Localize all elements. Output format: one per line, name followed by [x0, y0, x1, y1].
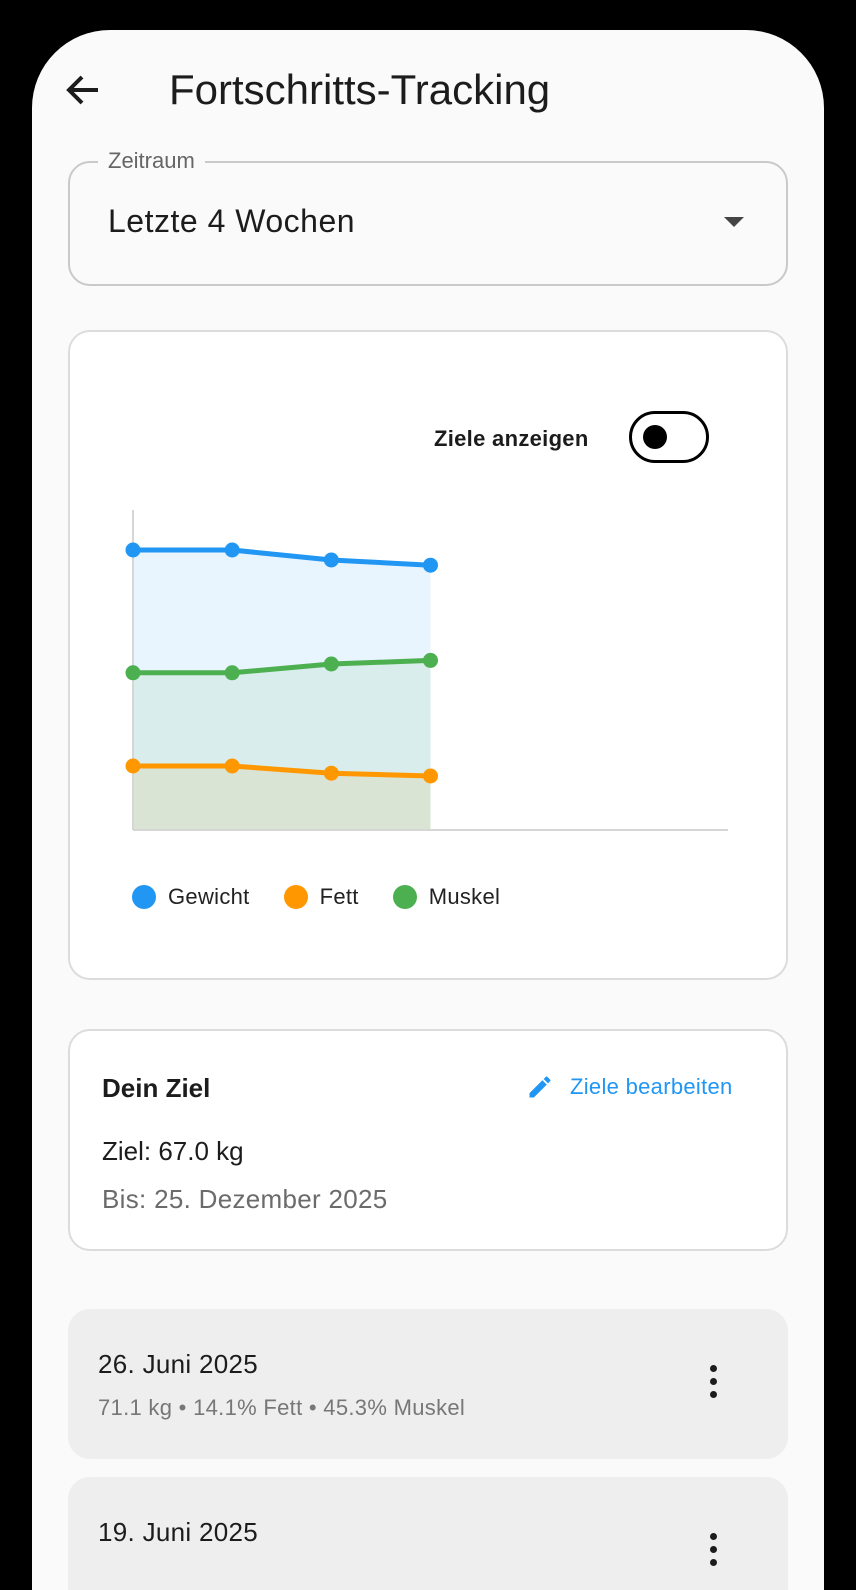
legend-label-muskel: Muskel [428, 884, 501, 909]
legend-label-fett: Fett [319, 884, 359, 909]
history-entry[interactable]: 19. Juni 2025 [68, 1477, 788, 1590]
page-title: Fortschritts-Tracking [169, 66, 551, 113]
data-point-muskel [224, 665, 240, 681]
area-muskel [133, 660, 431, 830]
goal-card: Dein Ziel Ziele bearbeiten Ziel: 67.0 kg… [68, 1029, 788, 1251]
entry-detail: 71.1 kg • 14.1% Fett • 45.3% Muskel [98, 1395, 466, 1420]
chart-legend: Gewicht Fett Muskel [132, 884, 534, 910]
legend-dot-fett [283, 885, 308, 909]
goal-deadline: Bis: 25. Dezember 2025 [102, 1184, 388, 1214]
more-vert-icon[interactable] [700, 1531, 726, 1571]
period-label: Zeitraum [98, 148, 205, 174]
app-bar: Fortschritts-Tracking [32, 30, 824, 148]
data-point-fett [125, 758, 141, 774]
data-point-gewicht [423, 557, 438, 573]
menu-dot [710, 1559, 717, 1566]
data-point-fett [323, 765, 339, 781]
back-button[interactable] [60, 66, 108, 114]
data-point-muskel [125, 665, 141, 681]
menu-dot [710, 1391, 717, 1398]
data-point-fett [224, 758, 240, 774]
legend-label-gewicht: Gewicht [168, 884, 250, 909]
entry-date: 19. Juni 2025 [98, 1517, 259, 1547]
arrow-left-icon [66, 75, 98, 105]
legend-dot-gewicht [132, 885, 156, 909]
menu-dot [710, 1533, 717, 1540]
history-entry[interactable]: 26. Juni 2025 71.1 kg • 14.1% Fett • 45.… [68, 1309, 788, 1459]
edit-goals-label: Ziele bearbeiten [570, 1074, 733, 1099]
dropdown-arrow-icon [724, 217, 744, 227]
menu-dot [710, 1546, 717, 1553]
data-point-fett [423, 768, 438, 784]
data-point-muskel [323, 656, 339, 672]
goal-title: Dein Ziel [102, 1073, 211, 1103]
chart-card: Ziele anzeigen Gewicht Fett Muskel [68, 330, 788, 980]
period-value: Letzte 4 Wochen [108, 203, 356, 239]
data-point-muskel [423, 652, 438, 668]
pencil-icon [529, 1076, 551, 1098]
more-vert-icon[interactable] [700, 1363, 726, 1403]
legend-dot-muskel [392, 885, 417, 909]
legend-item-gewicht: Gewicht [132, 884, 250, 910]
progress-chart [125, 510, 728, 831]
menu-dot [710, 1378, 717, 1385]
data-point-gewicht [323, 552, 339, 568]
data-point-gewicht [224, 542, 240, 558]
phone-screen: Fortschritts-Tracking Zeitraum Letzte 4 … [32, 30, 824, 1590]
legend-item-muskel: Muskel [392, 884, 501, 910]
data-point-gewicht [125, 542, 141, 558]
goal-target: Ziel: 67.0 kg [102, 1136, 244, 1166]
entry-date: 26. Juni 2025 [98, 1349, 259, 1379]
menu-dot [710, 1365, 717, 1372]
legend-item-fett: Fett [283, 884, 359, 910]
period-dropdown[interactable]: Zeitraum Letzte 4 Wochen [68, 148, 788, 286]
edit-goals-button[interactable]: Ziele bearbeiten [526, 1073, 733, 1101]
